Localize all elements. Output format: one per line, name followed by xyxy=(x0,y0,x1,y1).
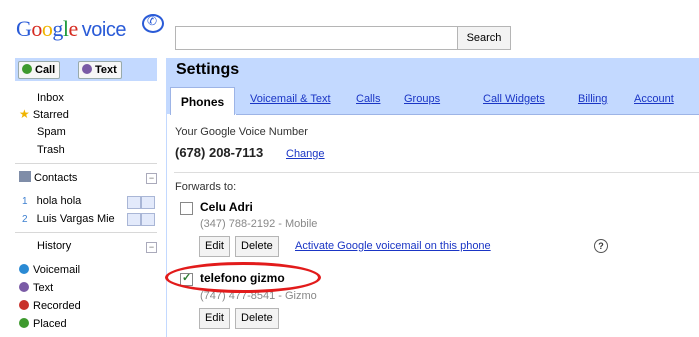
text-history-icon xyxy=(19,282,29,292)
tab-account[interactable]: Account xyxy=(634,93,674,105)
phone-checkbox-celu-adri[interactable] xyxy=(180,202,193,215)
history-recorded[interactable]: Recorded xyxy=(19,300,81,312)
call-text-bar: Call Text xyxy=(15,58,157,81)
nav-trash[interactable]: Trash xyxy=(37,144,65,156)
contact-number: 1 xyxy=(22,196,28,207)
contacts-header[interactable]: Contacts xyxy=(19,171,77,184)
nav-starred-label: Starred xyxy=(32,109,69,121)
change-number-link[interactable]: Change xyxy=(286,148,325,160)
contacts-icon xyxy=(19,171,31,182)
phone-name: Celu Adri xyxy=(200,200,253,214)
text-icon xyxy=(82,64,92,74)
tab-groups[interactable]: Groups xyxy=(404,93,440,105)
contacts-collapse-button[interactable]: − xyxy=(146,173,157,184)
phone-logo-icon xyxy=(142,14,164,33)
search-button[interactable]: Search xyxy=(457,26,511,50)
content-border-top xyxy=(236,114,699,115)
text-label: Text xyxy=(95,64,117,76)
tab-phones[interactable]: Phones xyxy=(170,87,235,115)
gv-number-label: Your Google Voice Number xyxy=(175,126,308,138)
google-voice-logo[interactable]: Google voice xyxy=(16,16,126,42)
content-border xyxy=(166,114,167,337)
forwards-to-label: Forwards to: xyxy=(175,181,237,193)
delete-button[interactable]: Delete xyxy=(235,308,279,329)
star-icon: ★ xyxy=(19,107,30,121)
highlight-ellipse xyxy=(165,262,321,293)
voicemail-icon xyxy=(19,264,29,274)
nav-spam[interactable]: Spam xyxy=(37,126,66,138)
contact-item[interactable]: 2 Luis Vargas Mie xyxy=(22,213,115,225)
history-voicemail-label: Voicemail xyxy=(33,264,81,276)
help-icon[interactable]: ? xyxy=(594,239,608,253)
history-voicemail[interactable]: Voicemail xyxy=(19,264,80,276)
nav-starred[interactable]: ★ Starred xyxy=(19,107,69,121)
contact-item[interactable]: 1 hola hola xyxy=(22,195,81,207)
contact-text-icon[interactable] xyxy=(141,196,155,209)
settings-title: Settings xyxy=(166,58,699,82)
logo-voice-text: voice xyxy=(81,19,127,41)
contact-text-icon[interactable] xyxy=(141,213,155,226)
tab-voicemail-text[interactable]: Voicemail & Text xyxy=(250,93,331,105)
phone-detail: (347) 788-2192 - Mobile xyxy=(200,218,318,230)
text-button[interactable]: Text xyxy=(78,61,122,79)
contact-call-icon[interactable] xyxy=(127,213,141,226)
placed-icon xyxy=(19,318,29,328)
contact-name: hola hola xyxy=(36,195,82,207)
contacts-divider xyxy=(15,232,157,233)
history-collapse-button[interactable]: − xyxy=(146,242,157,253)
tab-billing[interactable]: Billing xyxy=(578,93,607,105)
contact-call-icon[interactable] xyxy=(127,196,141,209)
history-recorded-label: Recorded xyxy=(33,300,81,312)
delete-button[interactable]: Delete xyxy=(235,236,279,257)
contact-number: 2 xyxy=(22,214,28,225)
call-button[interactable]: Call xyxy=(18,61,61,79)
history-text-label: Text xyxy=(33,282,54,294)
recorded-icon xyxy=(19,300,29,310)
edit-button[interactable]: Edit xyxy=(199,236,230,257)
gv-number: (678) 208-7113 xyxy=(175,145,264,160)
tab-call-widgets[interactable]: Call Widgets xyxy=(483,93,545,105)
history-text[interactable]: Text xyxy=(19,282,53,294)
contacts-label: Contacts xyxy=(34,172,78,184)
call-icon xyxy=(22,64,32,74)
edit-button[interactable]: Edit xyxy=(199,308,230,329)
search-input[interactable] xyxy=(175,26,459,50)
call-label: Call xyxy=(35,64,56,76)
activate-voicemail-link[interactable]: Activate Google voicemail on this phone xyxy=(295,240,491,252)
tab-calls[interactable]: Calls xyxy=(356,93,380,105)
history-placed[interactable]: Placed xyxy=(19,318,67,330)
section-divider xyxy=(174,172,699,173)
history-placed-label: Placed xyxy=(33,318,67,330)
nav-inbox[interactable]: Inbox xyxy=(37,92,64,104)
history-header[interactable]: History xyxy=(37,240,71,252)
contact-name: Luis Vargas Mie xyxy=(36,213,115,225)
nav-divider xyxy=(15,163,157,164)
